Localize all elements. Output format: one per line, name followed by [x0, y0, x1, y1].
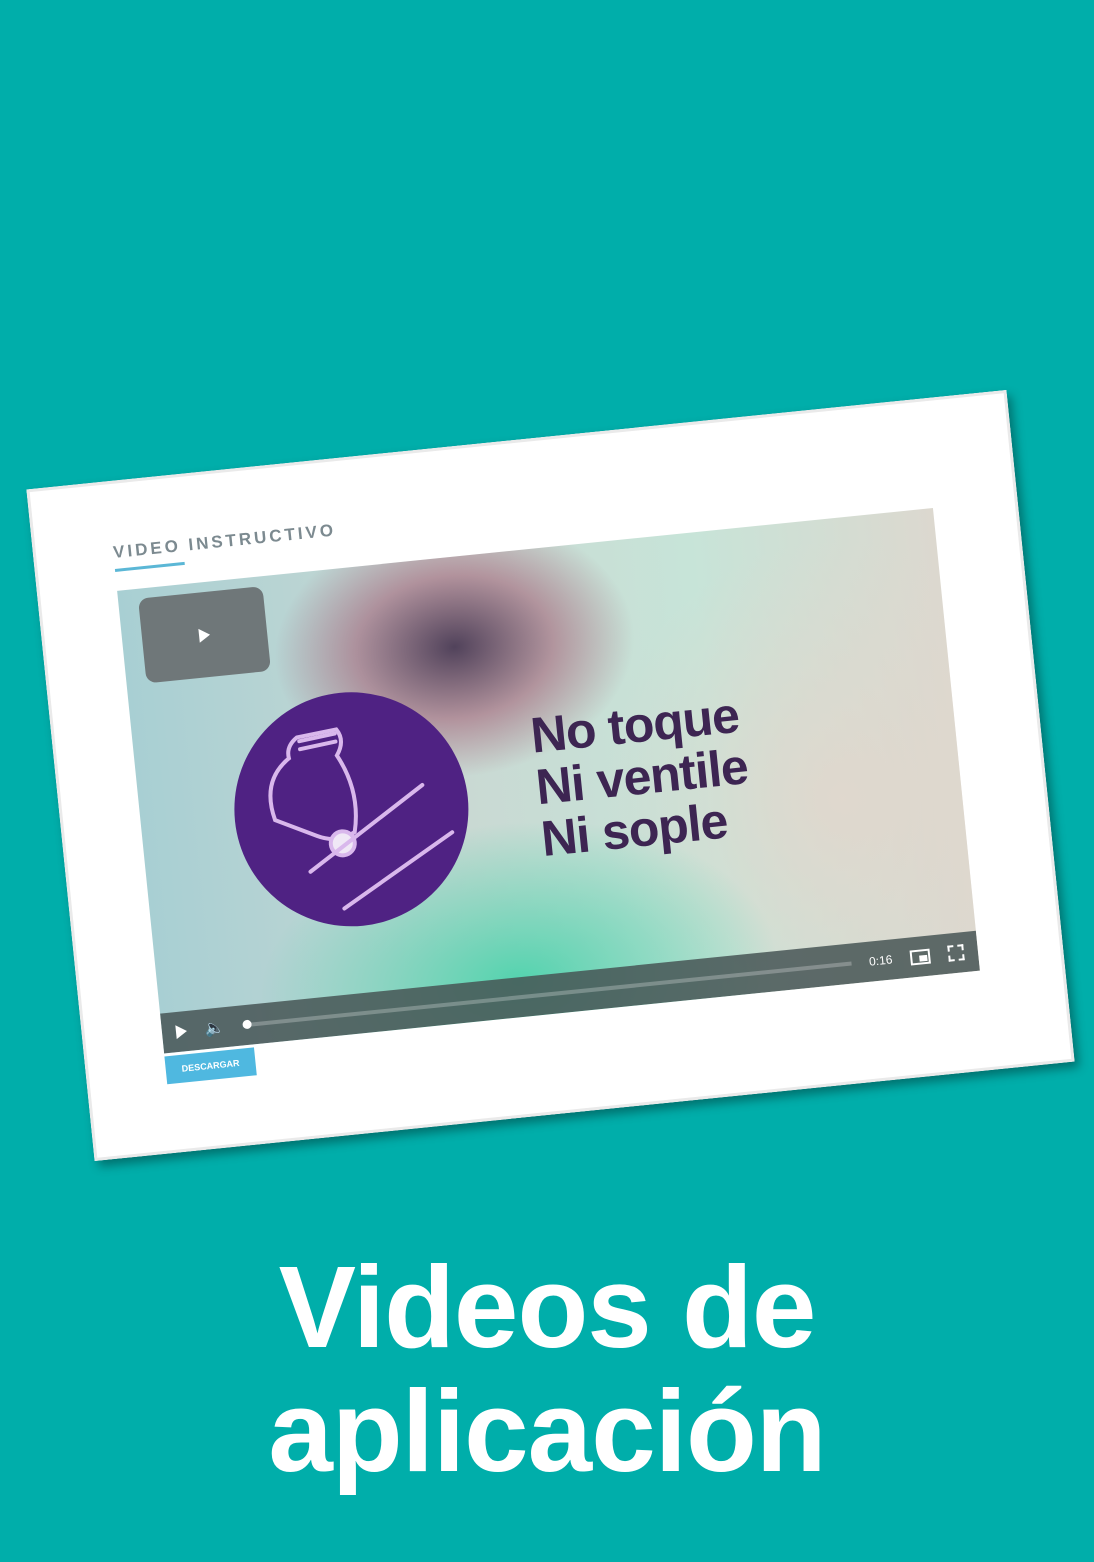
fullscreen-icon[interactable]	[947, 944, 965, 962]
headline-line: Videos de	[278, 1242, 817, 1372]
hand-pressing-applicator-icon	[223, 681, 480, 938]
headline-line: aplicación	[268, 1366, 826, 1496]
progress-bar[interactable]	[242, 961, 852, 1030]
volume-icon[interactable]: 🔈	[204, 1017, 226, 1039]
progress-handle[interactable]	[242, 1019, 252, 1030]
video-slogan: No toque Ni ventile Ni sople	[528, 687, 755, 867]
video-controls: 🔈 0:16	[160, 930, 980, 1054]
page-headline: Videos de aplicación	[0, 1245, 1094, 1493]
video-player[interactable]: No toque Ni ventile Ni sople 🔈 0:16	[117, 507, 980, 1054]
picture-in-picture-icon[interactable]	[909, 948, 931, 966]
video-card: VIDEO INSTRUCTIVO No toque Ni ventile Ni…	[26, 389, 1075, 1162]
play-icon[interactable]	[175, 1024, 188, 1040]
section-underline	[114, 561, 185, 572]
big-play-button[interactable]	[138, 586, 271, 684]
play-icon	[198, 627, 211, 643]
download-button[interactable]: DESCARGAR	[164, 1047, 257, 1085]
time-display: 0:16	[868, 952, 894, 969]
section-title: VIDEO INSTRUCTIVO	[112, 520, 337, 562]
